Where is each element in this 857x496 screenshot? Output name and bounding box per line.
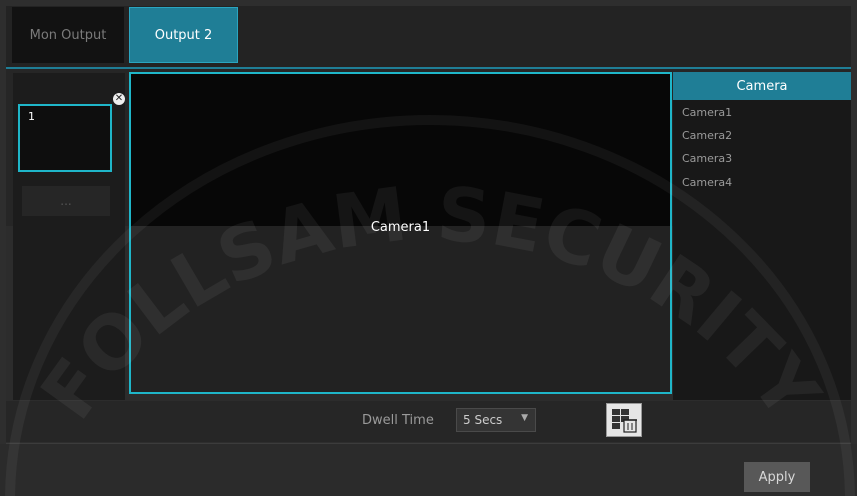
apply-label: Apply	[758, 469, 796, 485]
camera-list-item[interactable]: Camera2	[682, 129, 732, 142]
grid-trash-icon	[612, 409, 637, 433]
dwell-time-label: Dwell Time	[362, 413, 434, 428]
preview-pane[interactable]: Camera1	[129, 72, 672, 394]
thumbnail-number: 1	[28, 110, 35, 123]
chevron-down-icon: ▼	[521, 413, 528, 423]
dwell-time-value: 5 Secs	[463, 413, 503, 427]
sequence-thumbnail[interactable]: 1	[18, 104, 112, 172]
camera-list-panel	[673, 72, 851, 400]
clear-sequence-button[interactable]	[606, 403, 642, 437]
dwell-time-select[interactable]: 5 Secs ▼	[456, 408, 536, 432]
preview-lower-area	[131, 226, 670, 392]
tab-mon-output[interactable]: Mon Output	[12, 7, 124, 63]
tab-label: Output 2	[154, 27, 213, 43]
add-sequence-button[interactable]: ...	[22, 186, 110, 216]
camera-list-item[interactable]: Camera3	[682, 152, 732, 165]
add-sequence-label: ...	[60, 194, 72, 208]
camera-list-title: Camera	[736, 78, 788, 94]
apply-button[interactable]: Apply	[744, 462, 810, 492]
tab-underline	[6, 67, 851, 69]
footer	[0, 444, 857, 496]
close-icon[interactable]: ✕	[113, 93, 125, 105]
camera-list-header: Camera	[673, 72, 851, 100]
camera-list-item[interactable]: Camera4	[682, 176, 732, 189]
camera-list-item[interactable]: Camera1	[682, 106, 732, 119]
tab-output-2[interactable]: Output 2	[129, 7, 238, 63]
preview-camera-label: Camera1	[370, 220, 431, 235]
tab-label: Mon Output	[29, 27, 107, 43]
